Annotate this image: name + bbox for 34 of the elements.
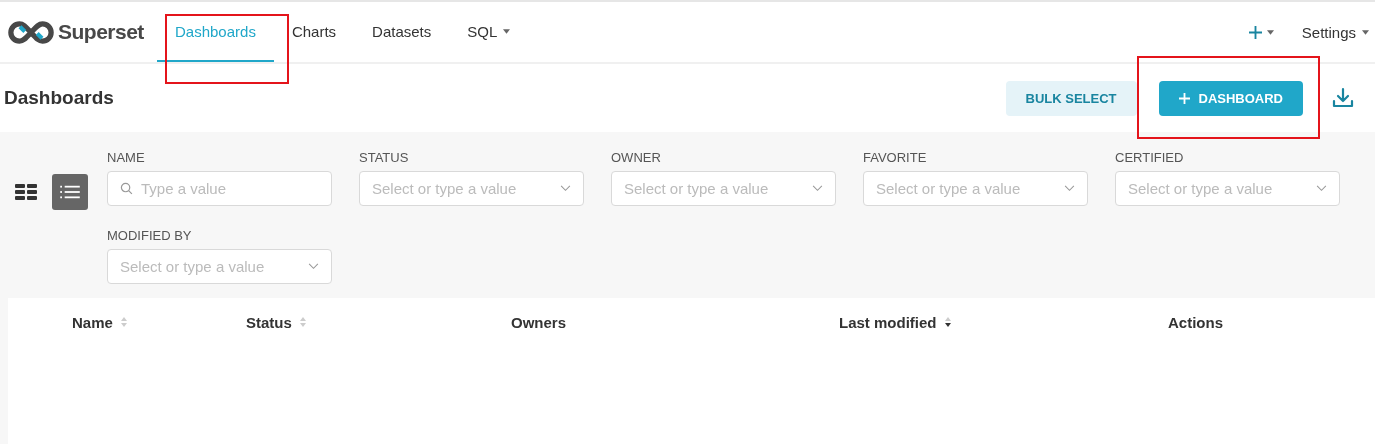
list-icon [59,184,81,200]
filter-label: CERTIFIED [1115,150,1185,165]
plus-icon [1248,25,1262,39]
bulk-select-button[interactable]: BULK SELECT [1005,80,1137,116]
download-icon[interactable] [1331,86,1355,110]
nav-tab[interactable]: Charts [273,2,355,62]
list-view-button[interactable] [52,174,88,210]
plus-icon [1178,92,1190,104]
logo-icon[interactable] [8,20,54,44]
chevron-down-icon [1064,185,1075,192]
nav-tab[interactable]: SQL [449,2,529,62]
filter-label: NAME [107,150,146,165]
column-header[interactable]: Last modified [839,313,937,331]
column-header[interactable]: Actions [1168,313,1223,331]
page-title: Dashboards [4,87,114,109]
column-header[interactable]: Status [246,313,292,331]
search-icon [120,182,133,195]
chevron-down-icon [1316,185,1327,192]
chevron-down-icon [560,185,571,192]
filter-label: STATUS [359,150,410,165]
caret-icon [1362,29,1369,35]
column-header[interactable]: Owners [511,313,567,331]
filter-label: OWNER [611,150,662,165]
settings-menu[interactable]: Settings [1285,2,1375,62]
column-header[interactable]: Name [72,313,113,331]
chevron-down-icon [812,185,823,192]
chevron-down-icon [308,262,319,270]
grid-icon [15,183,37,201]
sort-icon[interactable] [944,317,951,327]
caret-icon [1266,29,1274,35]
filter-label: MODIFIED BY [107,227,193,243]
nav-tab[interactable]: Datasets [354,2,450,62]
brand-name: Superset [58,20,144,44]
filter-label: FAVORITE [863,150,928,165]
